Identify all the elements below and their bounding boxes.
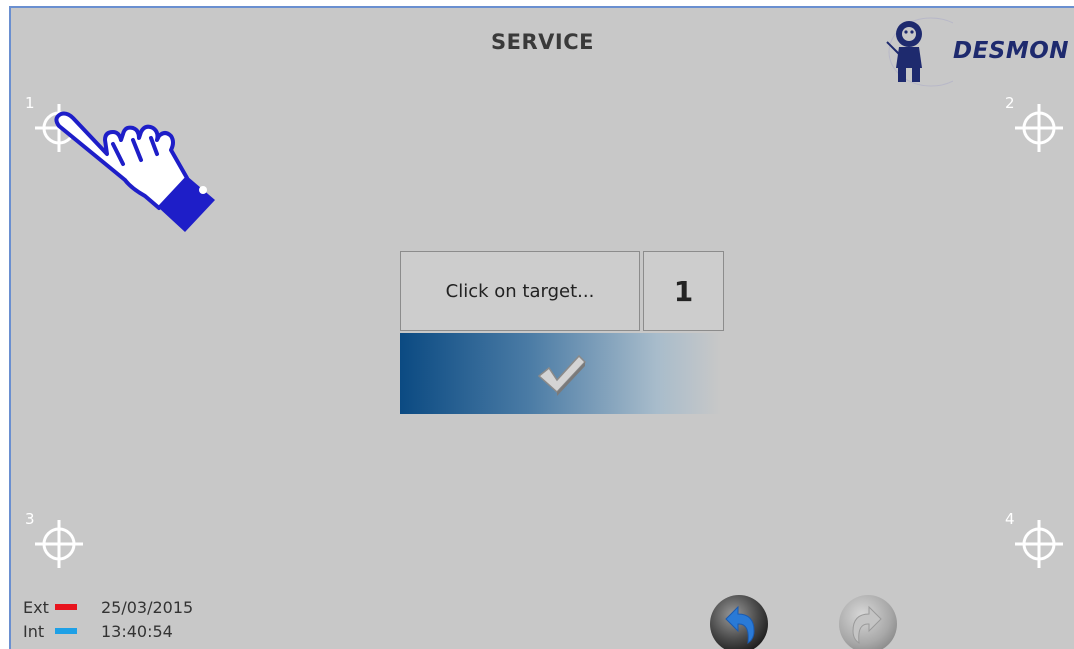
calibration-target-4[interactable]: 4 xyxy=(1005,510,1069,574)
ext-status-row: Ext 25/03/2015 xyxy=(23,595,193,619)
crosshair-icon xyxy=(35,520,83,568)
back-button[interactable] xyxy=(708,593,770,649)
status-date: 25/03/2015 xyxy=(101,597,194,617)
ext-label: Ext xyxy=(23,597,49,617)
target-number: 4 xyxy=(1005,510,1015,528)
int-label: Int xyxy=(23,621,45,641)
pointing-hand-icon xyxy=(47,104,217,238)
undo-arrow-icon xyxy=(710,595,768,649)
int-status-row: Int 13:40:54 xyxy=(23,619,193,643)
calibration-prompt: Click on target... xyxy=(400,251,640,331)
status-panel: Ext 25/03/2015 Int 13:40:54 xyxy=(23,595,193,643)
confirm-button[interactable] xyxy=(400,333,721,414)
int-color-swatch xyxy=(55,628,77,634)
target-number: 3 xyxy=(25,510,35,528)
crosshair-icon xyxy=(1015,520,1063,568)
forward-button[interactable] xyxy=(837,593,899,649)
ext-color-swatch xyxy=(55,604,77,610)
calibration-target-2[interactable]: 2 xyxy=(1005,94,1069,158)
desmon-mascot-logo xyxy=(886,17,974,87)
checkmark-icon xyxy=(537,354,586,396)
target-number: 2 xyxy=(1005,94,1015,112)
status-time: 13:40:54 xyxy=(101,621,173,641)
crosshair-icon xyxy=(1015,104,1063,152)
service-screen: SERVICE DESMON 1 2 3 4 Click on target..… xyxy=(9,6,1074,649)
calibration-target-3[interactable]: 3 xyxy=(25,510,89,574)
logo-text: DESMON xyxy=(953,38,1070,64)
redo-arrow-icon xyxy=(839,595,897,649)
desmon-logo: DESMON xyxy=(869,12,1074,90)
target-counter: 1 xyxy=(643,251,724,331)
target-number: 1 xyxy=(25,94,35,112)
